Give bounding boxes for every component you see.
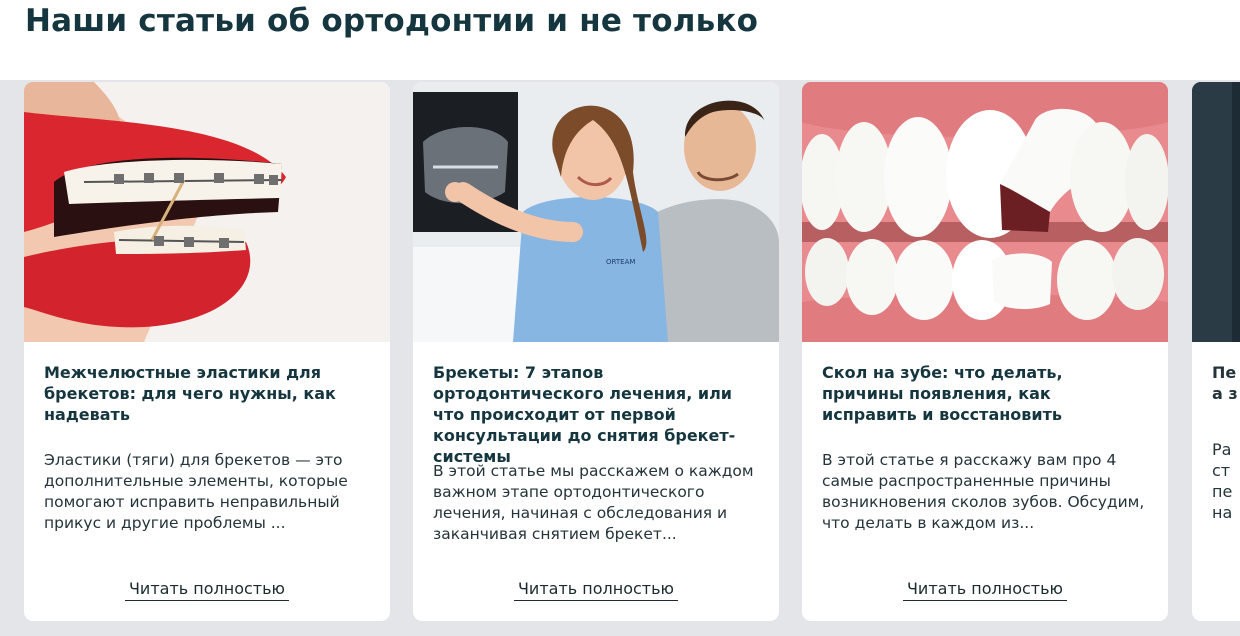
partial-title-line[interactable]: Пе <box>1212 362 1236 383</box>
article-title[interactable]: Межчелюстные эластики для брекетов: для … <box>44 362 370 425</box>
section-header: Наши статьи об ортодонтии и не только <box>0 0 1240 80</box>
article-card-partial[interactable]: Пе а з Ра ст пе на <box>1192 82 1240 621</box>
read-more-container: Читать полностью <box>802 579 1168 601</box>
partial-excerpt-line: пе <box>1212 482 1233 501</box>
scrub-logo-text: ORTEAM <box>606 258 635 266</box>
article-excerpt: В этой статье мы расскажем о каждом важн… <box>433 462 754 543</box>
article-title[interactable]: Скол на зубе: что делать, причины появле… <box>822 362 1148 425</box>
read-more-link[interactable]: Читать полностью <box>902 579 1068 601</box>
article-image-partial[interactable] <box>1192 82 1240 342</box>
article-image-chipped-tooth[interactable] <box>802 82 1168 342</box>
articles-carousel[interactable]: Межчелюстные эластики для брекетов: для … <box>0 80 1240 636</box>
read-more-container: Читать полностью <box>24 579 390 601</box>
article-card[interactable]: Межчелюстные эластики для брекетов: для … <box>24 82 390 621</box>
partial-excerpt-line: на <box>1212 503 1233 522</box>
article-image-doctor-patient[interactable]: ORTEAM <box>413 82 779 342</box>
article-title[interactable]: Брекеты: 7 этапов ортодонтического лечен… <box>433 362 759 467</box>
article-excerpt: Эластики (тяги) для брекетов — это допол… <box>44 451 348 532</box>
article-card[interactable]: Скол на зубе: что делать, причины появле… <box>802 82 1168 621</box>
partial-title-line[interactable]: а з <box>1212 383 1238 404</box>
read-more-link[interactable]: Читать полностью <box>124 579 290 601</box>
article-image-braces-elastics[interactable] <box>24 82 390 342</box>
partial-excerpt-line: Ра <box>1212 440 1232 459</box>
section-title: Наши статьи об ортодонтии и не только <box>25 3 759 39</box>
article-card[interactable]: ORTEAM Брекеты: 7 этапов ортодонтическог… <box>413 82 779 621</box>
partial-excerpt-line: ст <box>1212 461 1231 480</box>
article-excerpt: В этой статье я расскажу вам про 4 самые… <box>822 451 1145 532</box>
read-more-link[interactable]: Читать полностью <box>513 579 679 601</box>
read-more-container: Читать полностью <box>413 579 779 601</box>
